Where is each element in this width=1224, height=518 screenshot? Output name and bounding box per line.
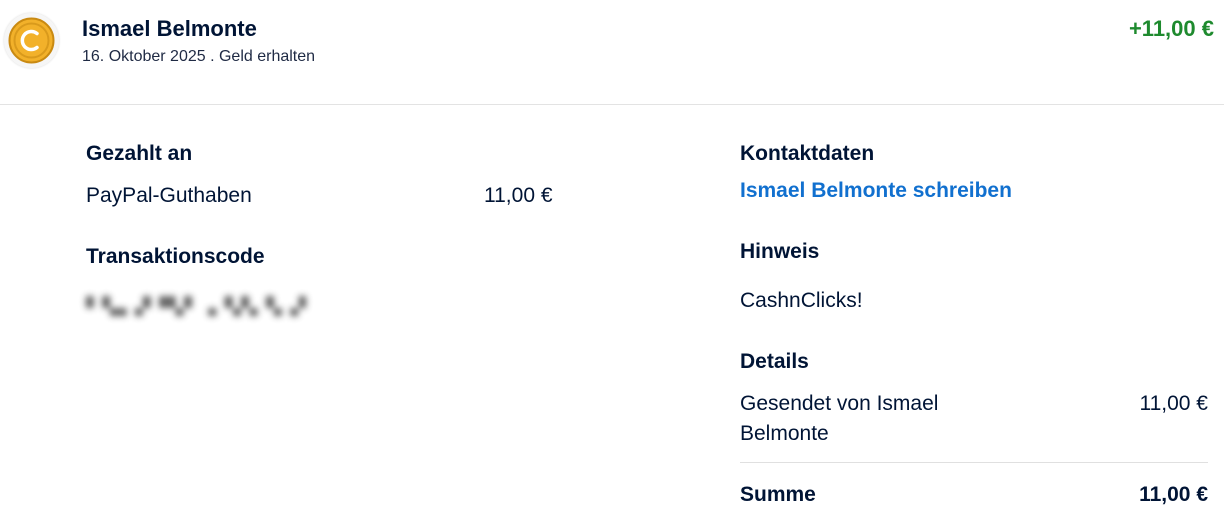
details-heading: Details (740, 350, 809, 373)
details-divider (740, 462, 1208, 463)
details-sender-line2: Belmonte (740, 422, 829, 445)
message-contact-link[interactable]: Ismael Belmonte schreiben (740, 179, 1012, 203)
details-sender-line1: Gesendet von Ismael (740, 392, 939, 415)
transaction-code-heading: Transaktionscode (86, 245, 265, 268)
note-heading: Hinweis (740, 240, 820, 263)
counterparty-name: Ismael Belmonte (82, 16, 257, 41)
contact-heading: Kontaktdaten (740, 142, 875, 165)
transaction-code-redacted: ▘▚▖▞▝▚▘▗▝▞▖▚▗▘▝▚▞▖ (86, 298, 306, 316)
note-text: CashnClicks! (740, 289, 863, 312)
sum-amount: 11,00 € (1139, 483, 1208, 506)
coin-icon (4, 13, 59, 68)
paid-to-heading: Gezahlt an (86, 142, 193, 165)
transaction-amount: +11,00 € (1128, 16, 1214, 41)
transaction-date-type: 16. Oktober 2025 . Geld erhalten (82, 48, 316, 65)
paid-to-method: PayPal-Guthaben (86, 184, 252, 207)
paid-to-amount: 11,00 € (484, 184, 553, 207)
details-amount: 11,00 € (1139, 392, 1208, 415)
transaction-header: Ismael Belmonte 16. Oktober 2025 . Geld … (0, 0, 1224, 105)
sum-label: Summe (740, 483, 816, 506)
